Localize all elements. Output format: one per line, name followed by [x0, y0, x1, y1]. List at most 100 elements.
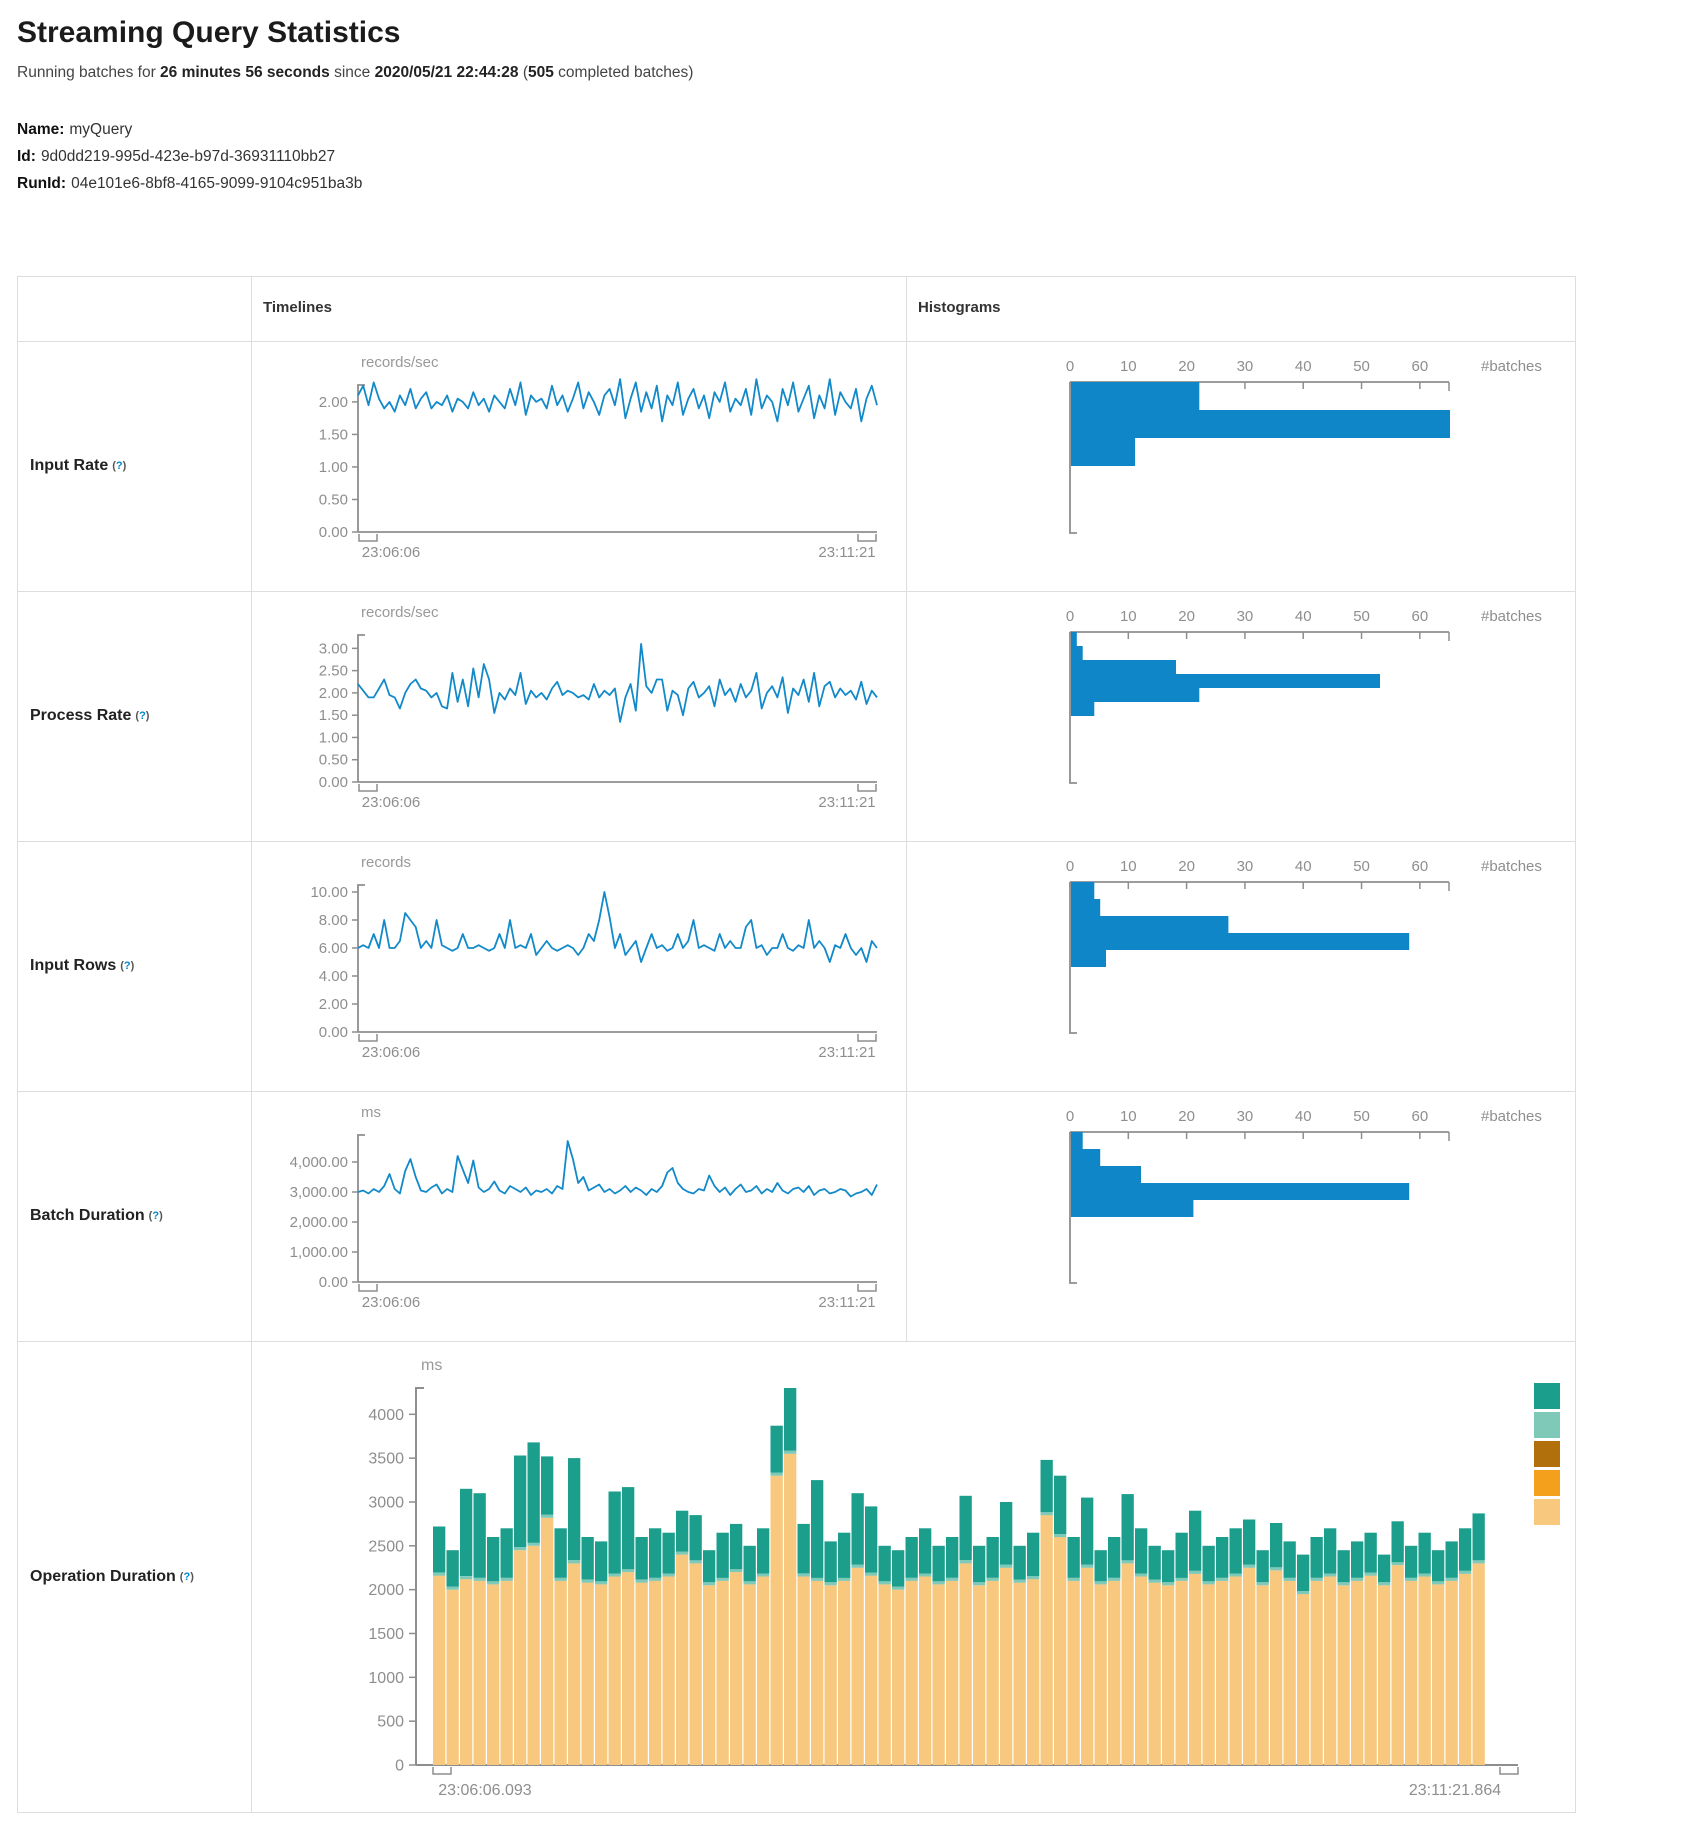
- stacked-bar-segment-top: [1216, 1537, 1228, 1578]
- stacked-bar-segment-base: [1446, 1581, 1458, 1765]
- histogram-bar: [1071, 1200, 1193, 1217]
- axis-tick-label: 0: [1066, 358, 1074, 375]
- x-end-label: 23:11:21: [818, 544, 875, 561]
- completed-batches-count: 505: [528, 64, 554, 81]
- stacked-bar-segment-top: [1108, 1537, 1120, 1578]
- stacked-bar-segment-base: [1162, 1585, 1174, 1765]
- stacked-bar-segment-base: [852, 1568, 864, 1765]
- x-start-label: 23:06:06: [362, 544, 420, 561]
- stacked-bar-segment-top: [1203, 1546, 1215, 1582]
- stacked-bar-segment-top: [906, 1537, 918, 1578]
- stacked-bar-segment-middle: [487, 1581, 499, 1584]
- axis-tick-label: 0: [1066, 1108, 1074, 1125]
- stacked-bar-segment-top: [987, 1537, 999, 1578]
- timeline-y-axis: [358, 885, 365, 1032]
- stacked-bar-segment-middle: [1419, 1573, 1431, 1576]
- stacked-bar-segment-top: [433, 1527, 445, 1573]
- stacked-bar-segment-middle: [1324, 1573, 1336, 1576]
- stacked-bar-segment-base: [501, 1581, 513, 1765]
- histogram-bar: [1071, 632, 1077, 646]
- stacked-bar-segment-top: [1270, 1523, 1282, 1567]
- stacked-bar-segment-middle: [946, 1578, 958, 1581]
- stacked-unit-label: ms: [421, 1357, 442, 1374]
- stacked-bar-segment-top: [582, 1537, 594, 1580]
- stacked-bar-segment-middle: [1230, 1573, 1242, 1576]
- stacked-bar-segment-base: [636, 1583, 648, 1765]
- stacked-bar-segment-top: [1014, 1546, 1026, 1580]
- stacked-bar-segment-top: [474, 1493, 486, 1578]
- histogram-bar: [1071, 382, 1199, 410]
- stacked-bar-segment-base: [1054, 1537, 1066, 1765]
- axis-tick-label: 0.00: [319, 1024, 348, 1041]
- stacked-bar-segment-base: [1405, 1581, 1417, 1765]
- x-start-label: 23:06:06.093: [438, 1782, 532, 1799]
- stacked-bar-segment-base: [744, 1584, 756, 1765]
- axis-tick-label: 4.00: [319, 968, 348, 985]
- axis-tick-label: 50: [1353, 1108, 1370, 1125]
- stacked-bar-segment-top: [1176, 1533, 1188, 1578]
- query-id-line: Id:9d0dd219-995d-423e-b97d-36931110bb27: [17, 143, 1693, 170]
- stacked-bar-segment-base: [1216, 1581, 1228, 1765]
- stacked-bar-segment-middle: [636, 1580, 648, 1583]
- input-rows-svg: records10.008.006.004.002.000.0023:06:06…: [18, 841, 1575, 1091]
- stacked-bar-segment-top: [1459, 1528, 1471, 1571]
- stacked-bar-segment-middle: [514, 1547, 526, 1550]
- stacked-bar-segment-base: [865, 1576, 877, 1765]
- stacked-bar-segment-base: [1095, 1584, 1107, 1765]
- stacked-bar-segment-middle: [838, 1578, 850, 1581]
- stacked-bar-segment-base: [1432, 1584, 1444, 1765]
- stacked-bar-segment-top: [919, 1528, 931, 1573]
- axis-end-bracket: [858, 1284, 876, 1291]
- page-header: Streaming Query Statistics Running batch…: [17, 16, 1693, 197]
- process-rate-svg: records/sec3.002.502.001.501.000.500.002…: [18, 591, 1575, 841]
- axis-tick-label: 1000: [368, 1670, 404, 1687]
- stacked-bar-segment-base: [757, 1577, 769, 1766]
- stacked-bar-segment-base: [798, 1577, 810, 1766]
- stacked-bar-segment-base: [1351, 1581, 1363, 1765]
- stacked-bar-segment-middle: [1176, 1578, 1188, 1581]
- stacked-bar-segment-middle: [730, 1569, 742, 1572]
- page-title: Streaming Query Statistics: [17, 16, 1693, 50]
- stacked-bar-segment-base: [541, 1518, 553, 1765]
- timeline-line: [358, 644, 877, 722]
- stacked-bar-segment-base: [433, 1576, 445, 1765]
- stacked-bar-segment-top: [1365, 1533, 1377, 1573]
- running-batches-summary: Running batches for 26 minutes 56 second…: [17, 64, 1693, 82]
- stacked-bar-segment-middle: [1041, 1512, 1053, 1515]
- stacked-bar-segment-base: [487, 1584, 499, 1765]
- axis-tick-label: 10: [1120, 608, 1137, 625]
- axis-tick-label: 2.00: [319, 996, 348, 1013]
- timeline-unit-label: records/sec: [361, 354, 439, 371]
- running-middle: since: [330, 64, 375, 81]
- stacked-bar-segment-middle: [1027, 1576, 1039, 1579]
- stacked-bar-segment-top: [1000, 1502, 1012, 1565]
- stacked-bar-segment-middle: [1392, 1562, 1404, 1565]
- x-end-label: 23:11:21: [818, 1044, 875, 1061]
- stacked-bar-segment-top: [1135, 1528, 1147, 1573]
- stacked-bar-segment-middle: [771, 1473, 783, 1476]
- axis-tick-label: 2.00: [319, 685, 348, 702]
- stacked-bar-segment-top: [798, 1524, 810, 1574]
- stacked-bar-segment-base: [609, 1577, 621, 1766]
- stacked-bar-segment-top: [622, 1487, 634, 1569]
- stacked-bar-segment-top: [1473, 1513, 1485, 1560]
- stacked-bar-segment-base: [622, 1572, 634, 1765]
- axis-tick-label: 2000: [368, 1582, 404, 1599]
- stacked-bar-segment-base: [1459, 1574, 1471, 1765]
- axis-tick-label: 60: [1412, 608, 1429, 625]
- stacked-bar-segment-base: [663, 1577, 675, 1766]
- axis-tick-label: 0.00: [319, 524, 348, 541]
- stacked-bar-segment-top: [1095, 1550, 1107, 1581]
- stacked-bar-segment-middle: [1297, 1591, 1309, 1594]
- stacked-bar-segment-base: [1270, 1570, 1282, 1765]
- runid-label: RunId:: [17, 175, 66, 192]
- streaming-query-statistics-page: { "page": { "title": "Streaming Query St…: [0, 16, 1693, 1836]
- axis-tick-label: 1.00: [319, 459, 348, 476]
- stacked-bar-segment-top: [1446, 1541, 1458, 1577]
- histogram-bar: [1071, 410, 1450, 438]
- stacked-bar-segment-base: [1135, 1577, 1147, 1766]
- stacked-bar-segment-base: [555, 1581, 567, 1765]
- stacked-bar-segment-middle: [1149, 1580, 1161, 1583]
- axis-tick-label: 1.50: [319, 707, 348, 724]
- stacked-bar-segment-top: [690, 1515, 702, 1560]
